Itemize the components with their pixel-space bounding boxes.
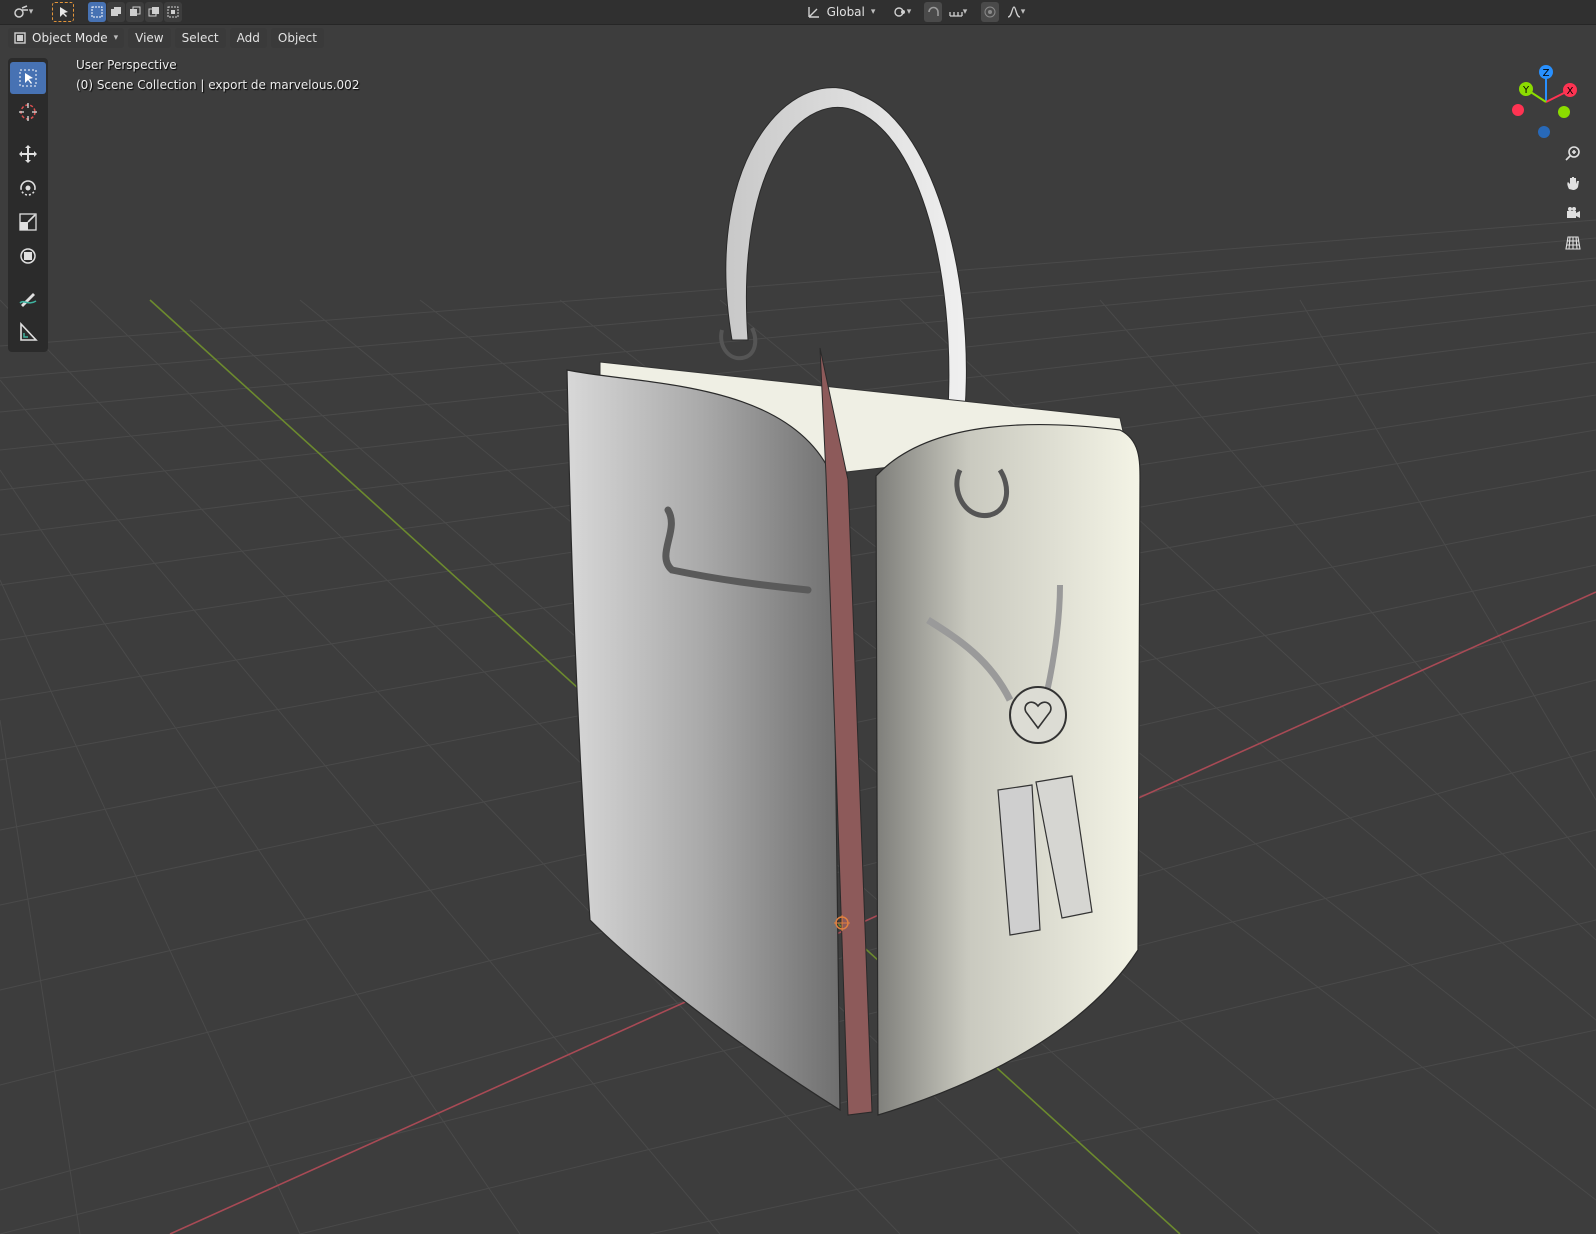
neg-y-axis-handle[interactable]: [1558, 106, 1570, 118]
measure-icon: [20, 322, 38, 341]
viewport-header: ▾ Global ▾ ▾ ▾ ▾: [0, 0, 1596, 25]
selection-mode-intersect-icon: [167, 6, 179, 18]
tool-shelf: [8, 58, 48, 352]
mode-label: Object Mode: [32, 31, 108, 45]
pivot-point-dropdown[interactable]: ▾: [888, 2, 916, 22]
selection-mode-extend-icon: [111, 7, 121, 16]
gizmo-x-label: X: [1567, 86, 1574, 97]
snap-toggle[interactable]: [924, 2, 942, 22]
chevron-down-icon: ▾: [962, 7, 968, 17]
rotate-tool[interactable]: [10, 172, 46, 204]
bag-handle: [725, 87, 967, 411]
heart-logo-tag: [1009, 686, 1067, 744]
snap-to-dropdown[interactable]: ▾: [943, 2, 973, 22]
pan-button[interactable]: [1560, 170, 1586, 196]
annotate-icon: [19, 293, 37, 307]
pivot-point-icon: [894, 7, 905, 17]
navigation-gizmo[interactable]: Z Y X: [1506, 60, 1586, 140]
menu-select[interactable]: Select: [174, 28, 226, 48]
menu-object[interactable]: Object: [270, 28, 324, 48]
proportional-editing-toggle[interactable]: [981, 2, 999, 22]
camera-view-button[interactable]: [1560, 200, 1586, 226]
annotate-tool[interactable]: [10, 282, 46, 314]
move-tool[interactable]: [10, 138, 46, 170]
editor-type-button[interactable]: ▾: [6, 2, 40, 22]
select-box-tool-button[interactable]: [52, 2, 74, 22]
transform-orientation-dropdown[interactable]: Global ▾: [802, 2, 880, 22]
proportional-editing-icon: [984, 6, 996, 18]
proportional-falloff-icon: [1007, 6, 1020, 18]
transform-tool[interactable]: [10, 240, 46, 272]
chevron-down-icon: ▾: [1020, 7, 1026, 17]
zoom-icon: [1565, 146, 1580, 161]
collection-info-label: (0) Scene Collection | export de marvelo…: [76, 78, 360, 92]
ortho-toggle-button[interactable]: [1560, 230, 1586, 256]
selection-mode-invert-button[interactable]: [145, 2, 163, 22]
selection-mode-new-icon: [91, 6, 103, 18]
neg-z-axis-handle[interactable]: [1538, 126, 1550, 138]
scale-tool[interactable]: [10, 206, 46, 238]
rotate-icon: [20, 180, 36, 196]
select-box-tool[interactable]: [10, 62, 46, 94]
transform-orientation-label: Global: [826, 5, 865, 19]
object-mode-icon: [14, 32, 26, 44]
scale-icon: [19, 213, 37, 231]
object-mode-dropdown[interactable]: Object Mode ▾: [8, 28, 125, 48]
camera-icon: [1567, 207, 1580, 218]
chevron-down-icon: ▾: [113, 33, 119, 43]
hand-pan-icon: [1567, 177, 1579, 190]
view-name-label: User Perspective: [76, 58, 177, 72]
selection-mode-subtract-icon: [130, 6, 141, 16]
handbag-model[interactable]: [566, 87, 1141, 1116]
cursor-tool[interactable]: [10, 96, 46, 128]
viewport-scene: [0, 87, 1596, 1234]
gizmo-z-label: Z: [1543, 68, 1550, 79]
selection-mode-subtract-button[interactable]: [126, 2, 144, 22]
menu-add[interactable]: Add: [229, 28, 267, 48]
selection-mode-extend-button[interactable]: [107, 2, 125, 22]
select-box-icon: [19, 69, 37, 87]
move-icon: [19, 145, 37, 163]
selection-mode-new-button[interactable]: [88, 2, 106, 22]
viewport-menubar: Object Mode ▾ View Select Add Object: [0, 26, 324, 50]
gizmo-y-label: Y: [1522, 85, 1530, 96]
measure-tool[interactable]: [10, 316, 46, 348]
select-box-icon: [60, 7, 68, 17]
cursor-icon: [19, 103, 37, 121]
snap-icon: [927, 6, 939, 16]
zoom-button[interactable]: [1560, 140, 1586, 166]
grid-ortho-icon: [1565, 236, 1581, 250]
chevron-down-icon: ▾: [906, 7, 912, 17]
menu-view[interactable]: View: [128, 28, 171, 48]
neg-x-axis-handle[interactable]: [1512, 104, 1524, 116]
transform-icon: [20, 248, 36, 264]
chevron-down-icon: ▾: [870, 7, 876, 17]
3d-viewport-icon: [13, 5, 28, 18]
proportional-falloff-dropdown[interactable]: ▾: [1002, 2, 1030, 22]
bag-right-panel: [875, 423, 1141, 1116]
selection-mode-invert-icon: [148, 7, 159, 17]
3d-viewport[interactable]: Z Y X: [0, 50, 1596, 1234]
snap-increment-icon: [949, 12, 963, 17]
orientation-icon: [807, 7, 819, 18]
bag-left-panel: [566, 369, 841, 1112]
selection-mode-intersect-button[interactable]: [164, 2, 182, 22]
chevron-down-icon: ▾: [28, 7, 34, 17]
